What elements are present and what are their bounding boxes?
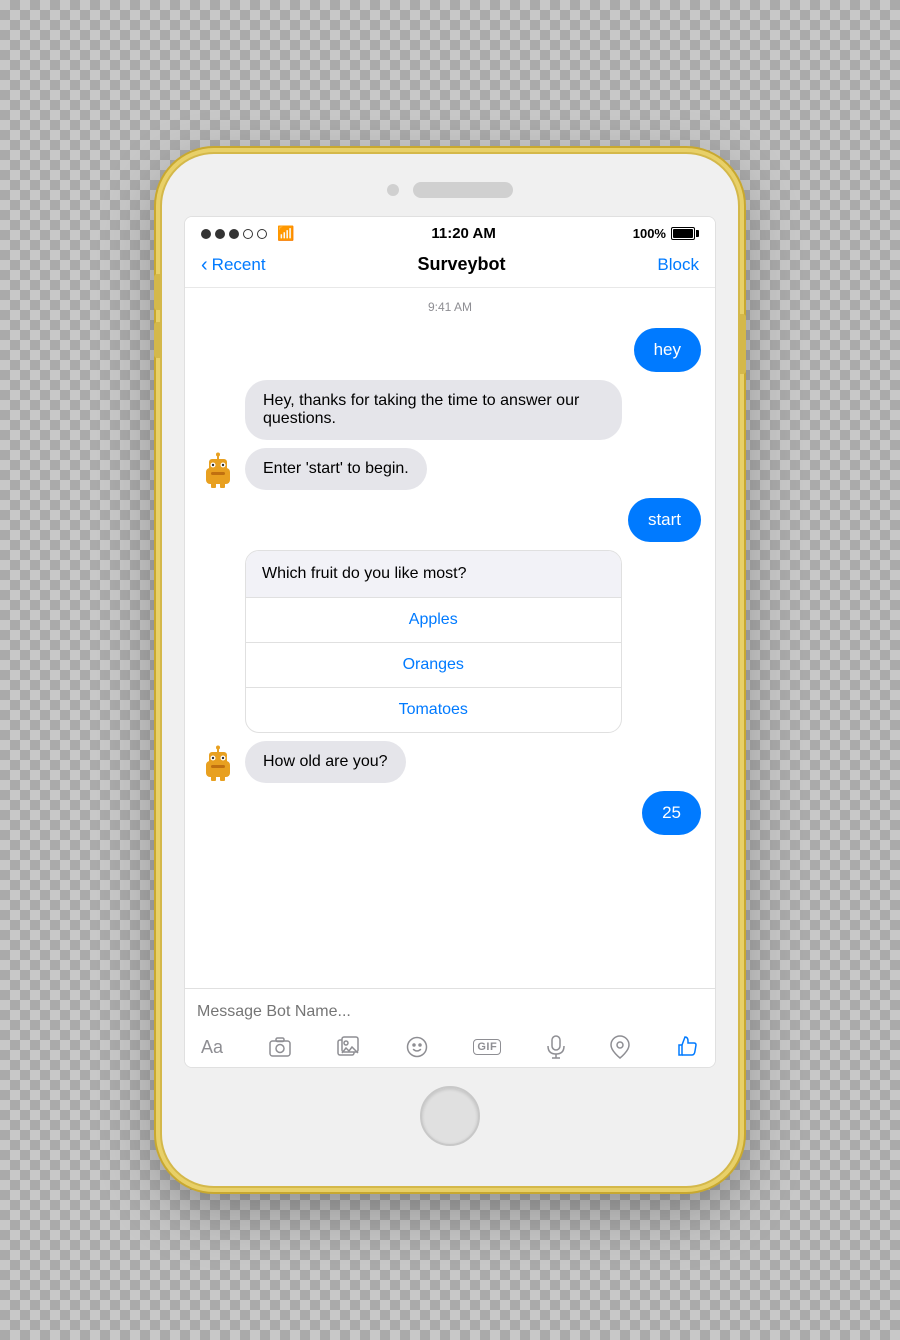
camera-dot bbox=[387, 184, 399, 196]
chat-title: Surveybot bbox=[417, 254, 505, 275]
phone-screen: 📶 11:20 AM 100% ‹ Recent Surveybot Block bbox=[184, 216, 716, 1068]
signal-dot-2 bbox=[215, 229, 225, 239]
battery-area: 100% bbox=[633, 226, 699, 241]
back-label: Recent bbox=[212, 255, 266, 275]
battery-icon bbox=[671, 227, 699, 240]
signal-dot-1 bbox=[201, 229, 211, 239]
received-bubble: Enter 'start' to begin. bbox=[245, 448, 427, 490]
chat-area: 9:41 AM hey Hey, thanks for taking the t… bbox=[185, 288, 715, 988]
received-bubble: Hey, thanks for taking the time to answe… bbox=[245, 380, 622, 440]
chat-timestamp: 9:41 AM bbox=[199, 300, 701, 314]
volume-buttons bbox=[154, 274, 160, 370]
message-row: hey bbox=[199, 328, 701, 372]
fruit-option-oranges[interactable]: Oranges bbox=[246, 642, 621, 687]
phone-frame: 📶 11:20 AM 100% ‹ Recent Surveybot Block bbox=[160, 152, 740, 1188]
message-row: Enter 'start' to begin. bbox=[199, 448, 701, 490]
message-row: start bbox=[199, 498, 701, 542]
location-icon[interactable] bbox=[610, 1035, 630, 1059]
microphone-icon[interactable] bbox=[546, 1035, 566, 1059]
message-row: How old are you? bbox=[199, 741, 701, 783]
signal-dot-5 bbox=[257, 229, 267, 239]
phone-top-bar bbox=[184, 182, 716, 198]
phone-bottom bbox=[184, 1086, 716, 1146]
fruit-card: Which fruit do you like most? Apples Ora… bbox=[245, 550, 622, 733]
back-button[interactable]: ‹ Recent bbox=[201, 255, 266, 275]
status-time: 11:20 AM bbox=[431, 225, 495, 242]
status-bar: 📶 11:20 AM 100% bbox=[185, 217, 715, 246]
nav-bar: ‹ Recent Surveybot Block bbox=[185, 246, 715, 288]
message-row: Hey, thanks for taking the time to answe… bbox=[199, 380, 701, 440]
received-bubble: How old are you? bbox=[245, 741, 406, 783]
sent-bubble: hey bbox=[634, 328, 701, 372]
block-button[interactable]: Block bbox=[657, 255, 699, 275]
text-format-icon[interactable]: Aa bbox=[201, 1037, 223, 1058]
fruit-option-tomatoes[interactable]: Tomatoes bbox=[246, 687, 621, 732]
toolbar: Aa bbox=[197, 1035, 703, 1059]
emoji-icon[interactable] bbox=[405, 1035, 429, 1059]
speaker-bar bbox=[413, 182, 513, 198]
wifi-icon: 📶 bbox=[277, 225, 294, 242]
message-row: 25 bbox=[199, 791, 701, 835]
thumbsup-icon[interactable] bbox=[675, 1035, 699, 1059]
camera-icon[interactable] bbox=[268, 1036, 292, 1058]
fruit-option-apples[interactable]: Apples bbox=[246, 597, 621, 642]
power-button bbox=[740, 314, 746, 374]
input-area: Aa bbox=[185, 988, 715, 1067]
message-input-row bbox=[197, 999, 703, 1025]
message-input[interactable] bbox=[197, 999, 703, 1025]
photo-library-icon[interactable] bbox=[336, 1036, 360, 1058]
sent-bubble: start bbox=[628, 498, 701, 542]
signal-indicator: 📶 bbox=[201, 225, 294, 242]
chevron-left-icon: ‹ bbox=[201, 255, 208, 275]
bot-avatar bbox=[199, 452, 237, 490]
signal-dot-3 bbox=[229, 229, 239, 239]
sent-bubble: 25 bbox=[642, 791, 701, 835]
signal-dot-4 bbox=[243, 229, 253, 239]
battery-percent: 100% bbox=[633, 226, 666, 241]
bot-avatar bbox=[199, 745, 237, 783]
fruit-question: Which fruit do you like most? bbox=[246, 551, 621, 597]
home-button[interactable] bbox=[420, 1086, 480, 1146]
gif-icon[interactable]: GIF bbox=[473, 1039, 501, 1055]
